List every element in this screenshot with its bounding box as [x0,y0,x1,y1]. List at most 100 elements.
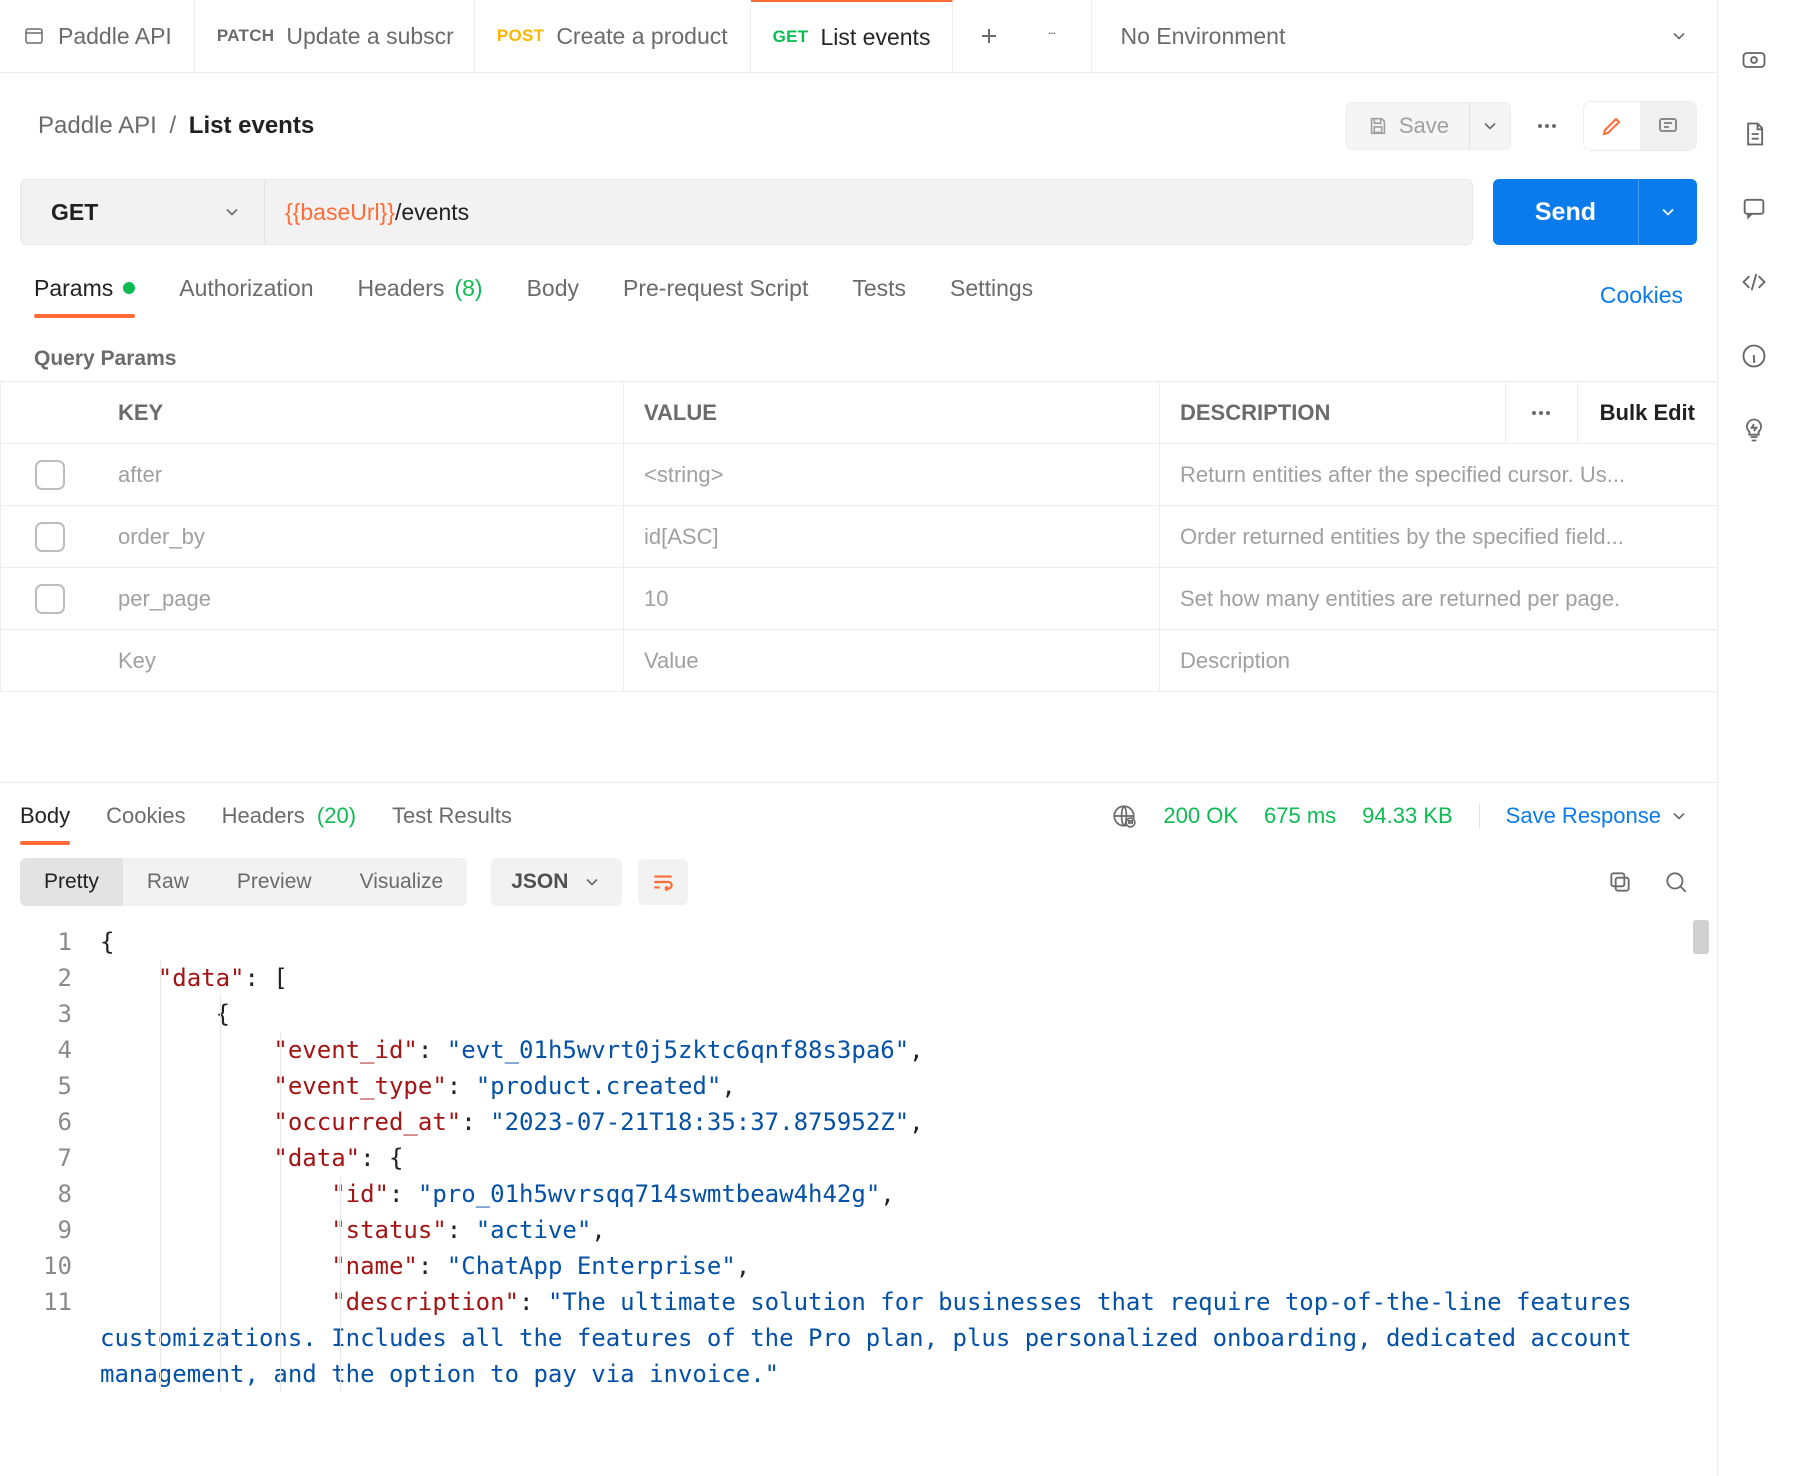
resp-tab-test-results[interactable]: Test Results [392,803,512,843]
tab-headers[interactable]: Headers (8) [358,275,483,316]
builder-mode[interactable] [1584,102,1640,150]
tab-label: Update a subscr [286,23,453,50]
table-row: after<string>Return entities after the s… [0,444,1717,506]
more-icon [1528,409,1554,417]
code-line: 6 "occurred_at": "2023-07-21T18:35:37.87… [0,1104,1717,1140]
url-row: GET {{baseUrl}}/events Send [0,179,1717,267]
wrap-icon [650,869,676,895]
save-dropdown[interactable] [1470,116,1510,136]
row-checkbox[interactable] [0,568,98,629]
tab-request-list-events[interactable]: GET List events [751,0,954,72]
tab-authorization[interactable]: Authorization [179,275,313,316]
response-meta: 200 OK 675 ms 94.33 KB Save Response [1111,803,1689,843]
url-input[interactable]: {{baseUrl}}/events [265,180,1472,244]
method-badge: PATCH [217,26,275,46]
row-checkbox[interactable] [0,444,98,505]
save-button[interactable]: Save [1347,103,1470,149]
more-icon [1533,122,1561,130]
request-section-tabs: Params Authorization Headers (8) Body Pr… [0,267,1717,323]
header-checkbox-cell [0,382,98,443]
comments-icon[interactable] [1740,194,1768,222]
tab-label: Params [34,275,113,302]
network-icon[interactable] [1111,803,1137,829]
table-new-row: Key Value Description [0,630,1717,692]
header-key: KEY [98,382,624,443]
param-value[interactable]: id[ASC] [624,506,1160,567]
view-pretty[interactable]: Pretty [20,858,123,906]
environment-selector[interactable]: No Environment [1092,0,1717,72]
new-tab-icon[interactable] [977,24,1001,48]
send-button-group: Send [1493,179,1697,245]
row-checkbox[interactable] [0,506,98,567]
info-icon[interactable] [1740,342,1768,370]
tab-settings[interactable]: Settings [950,275,1033,316]
param-description[interactable]: Order returned entities by the specified… [1160,506,1717,567]
method-badge: GET [773,27,809,47]
separator [1479,803,1480,829]
resp-tab-body[interactable]: Body [20,803,70,843]
save-response-button[interactable]: Save Response [1506,803,1689,829]
documentation-icon[interactable] [1740,120,1768,148]
http-method-label: GET [51,199,98,226]
send-dropdown[interactable] [1639,202,1697,222]
breadcrumb-parent[interactable]: Paddle API [38,112,157,139]
status-code: 200 OK [1163,803,1238,829]
param-key[interactable]: after [98,444,624,505]
header-value: VALUE [624,382,1160,443]
description-input[interactable]: Description [1160,630,1717,691]
pencil-icon [1600,114,1624,138]
code-line: 5 "event_type": "product.created", [0,1068,1717,1104]
code-line: 1{ [0,924,1717,960]
response-size: 94.33 KB [1362,803,1453,829]
chevron-down-icon [1658,202,1678,222]
view-visualize[interactable]: Visualize [336,858,468,906]
table-header-row: KEY VALUE DESCRIPTION Bulk Edit [0,382,1717,444]
copy-icon[interactable] [1607,869,1633,895]
tab-request-create-product[interactable]: POST Create a product [475,0,751,72]
view-mode-toggle [1583,101,1697,151]
param-key[interactable]: order_by [98,506,624,567]
response-body[interactable]: 1{2 "data": [3 {4 "event_id": "evt_01h5w… [0,916,1717,1392]
breadcrumb: Paddle API / List events [38,112,314,140]
param-value[interactable]: <string> [624,444,1160,505]
cookies-link[interactable]: Cookies [1600,282,1683,309]
http-method-selector[interactable]: GET [21,180,265,244]
eye-icon[interactable] [1740,46,1768,74]
code-icon[interactable] [1740,268,1768,296]
tab-overflow-icon[interactable] [1037,32,1067,40]
search-icon[interactable] [1663,869,1689,895]
send-label: Send [1535,198,1596,227]
key-input[interactable]: Key [98,630,624,691]
view-raw[interactable]: Raw [123,858,213,906]
request-more-actions[interactable] [1523,102,1571,150]
header-options[interactable] [1506,382,1578,443]
code-line: 7 "data": { [0,1140,1717,1176]
value-input[interactable]: Value [624,630,1160,691]
send-button[interactable]: Send [1493,179,1639,245]
save-button-group: Save [1346,102,1511,150]
resp-tab-headers[interactable]: Headers (20) [222,803,356,843]
param-description[interactable]: Return entities after the specified curs… [1160,444,1717,505]
param-value[interactable]: 10 [624,568,1160,629]
lightbulb-icon[interactable] [1740,416,1768,444]
view-preview[interactable]: Preview [213,858,336,906]
tab-body[interactable]: Body [527,275,579,316]
chevron-down-icon [582,872,602,892]
format-selector[interactable]: JSON [491,858,622,906]
resp-tab-cookies[interactable]: Cookies [106,803,185,843]
tab-tests[interactable]: Tests [852,275,906,316]
comments-mode[interactable] [1640,102,1696,150]
headers-count: (8) [454,275,482,302]
resp-headers-count: (20) [317,803,356,828]
tab-params[interactable]: Params [34,275,135,316]
folder-icon [22,24,46,48]
line-wrap-toggle[interactable] [638,859,688,905]
chevron-down-icon [1669,806,1689,826]
tab-request-update-subscription[interactable]: PATCH Update a subscr [195,0,475,72]
bulk-edit-button[interactable]: Bulk Edit [1578,382,1717,443]
tab-prerequest[interactable]: Pre-request Script [623,275,808,316]
tab-collection-paddle-api[interactable]: Paddle API [0,0,195,72]
chevron-down-icon [1480,116,1500,136]
param-description[interactable]: Set how many entities are returned per p… [1160,568,1717,629]
param-key[interactable]: per_page [98,568,624,629]
